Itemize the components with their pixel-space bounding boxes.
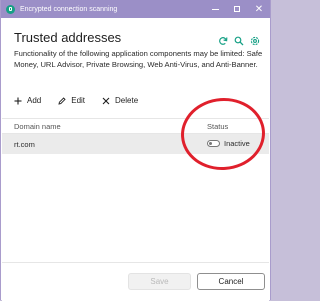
plus-icon [14,97,22,105]
delete-button[interactable]: Delete [102,96,138,105]
edit-button[interactable]: Edit [58,96,85,105]
toolbar: Add Edit Delete [14,96,138,105]
add-button[interactable]: Add [14,96,41,105]
page-title: Trusted addresses [14,30,122,45]
close-icon: ✕ [254,3,264,15]
title-bar: Encrypted connection scanning ✕ [1,0,270,18]
maximize-icon [234,6,240,12]
dialog-footer: Save Cancel [2,262,269,301]
page-description: Functionality of the following applicati… [14,49,263,69]
close-button[interactable]: ✕ [248,0,270,18]
window-controls: ✕ [204,0,270,18]
minimize-button[interactable] [204,0,226,18]
delete-label: Delete [115,96,139,105]
window-title: Encrypted connection scanning [20,5,118,13]
x-icon [102,97,110,105]
app-shield-icon [6,4,15,14]
cancel-button[interactable]: Cancel [197,273,265,290]
column-header-domain[interactable]: Domain name [14,122,61,131]
minimize-icon [211,8,219,10]
annotation-circle [178,95,268,173]
dialog-window: Encrypted connection scanning ✕ Trusted … [0,0,271,301]
edit-label: Edit [71,96,86,105]
add-label: Add [27,96,42,105]
pencil-icon [58,96,66,105]
domain-cell: rt.com [14,140,35,149]
maximize-button[interactable] [226,0,248,18]
save-button[interactable]: Save [128,273,191,290]
